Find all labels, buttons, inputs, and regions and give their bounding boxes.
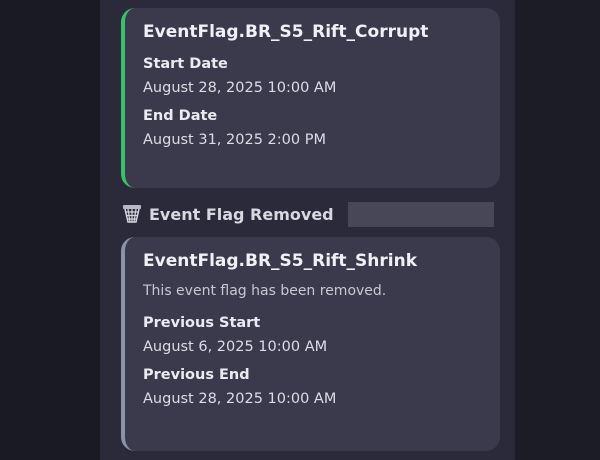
previous-start-label: Previous Start: [143, 315, 261, 331]
left-backdrop: [0, 0, 100, 460]
basketball-hoop-icon: [121, 203, 143, 225]
end-date-value: August 31, 2025 2:00 PM: [143, 132, 326, 148]
removed-header-text: Event Flag Removed: [149, 204, 334, 224]
previous-end-label: Previous End: [143, 367, 250, 383]
event-flag-embed-shrink: EventFlag.BR_S5_Rift_Shrink This event f…: [121, 237, 500, 451]
right-backdrop: [515, 0, 600, 460]
event-flag-removed-header: Event Flag Removed: [121, 200, 494, 228]
previous-start-value: August 6, 2025 10:00 AM: [143, 339, 328, 355]
embed-title: EventFlag.BR_S5_Rift_Corrupt: [143, 22, 429, 42]
embed-description: This event flag has been removed.: [143, 283, 387, 299]
previous-end-value: August 28, 2025 10:00 AM: [143, 391, 337, 407]
end-date-label: End Date: [143, 108, 218, 124]
start-date-value: August 28, 2025 10:00 AM: [143, 80, 337, 96]
redacted-block: [347, 201, 494, 227]
event-flag-embed-corrupt: EventFlag.BR_S5_Rift_Corrupt Start Date …: [121, 8, 500, 188]
start-date-label: Start Date: [143, 56, 228, 72]
embed-title: EventFlag.BR_S5_Rift_Shrink: [143, 251, 418, 271]
